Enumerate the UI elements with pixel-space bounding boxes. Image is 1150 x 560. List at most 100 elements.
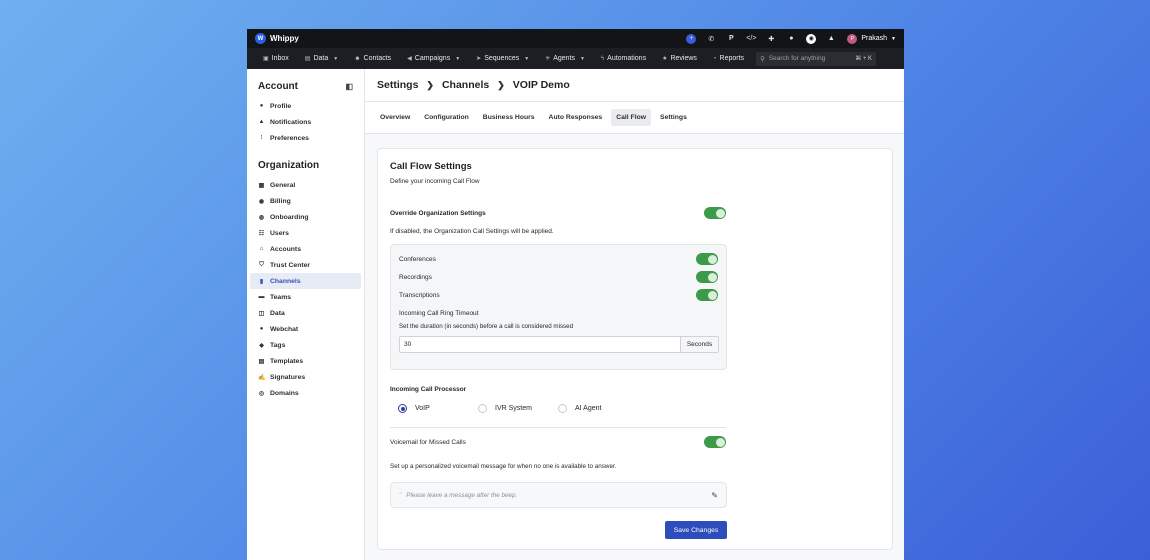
tab-settings[interactable]: Settings (655, 109, 692, 126)
search-input[interactable]: ⚲ Search for anything ⌘ + K (756, 51, 877, 66)
save-changes-button[interactable]: Save Changes (665, 521, 727, 539)
settings-sidebar: Account ◧ ● Profile ▲ Notifications ⫶ Prefe… (247, 69, 365, 560)
transcriptions-toggle[interactable] (696, 289, 718, 301)
sidebar-item-notifications[interactable]: ▲ Notifications (250, 114, 361, 130)
voicemail-toggle[interactable] (704, 436, 726, 448)
sidebar-item-billing[interactable]: ◉ Billing (250, 193, 361, 209)
p-icon[interactable]: P (721, 32, 741, 46)
tab-configuration[interactable]: Configuration (419, 109, 474, 126)
nav-agents[interactable]: ✳ Agents ▼ (537, 48, 593, 69)
help-circle-icon[interactable]: ● (781, 32, 801, 46)
grid-icon: ▦ (258, 182, 265, 189)
nav-reports[interactable]: ◔ Reports (705, 48, 752, 69)
plus-icon[interactable]: + (681, 32, 701, 46)
ring-timeout-desc-row: Set the duration (in seconds) before a c… (399, 323, 718, 330)
sidebar-item-accounts[interactable]: ⌂ Accounts (250, 241, 361, 257)
nav-reviews[interactable]: ★ Reviews (654, 48, 705, 69)
voicemail-description: Set up a personalized voicemail message … (390, 463, 617, 470)
breadcrumb-channels[interactable]: Channels (442, 79, 489, 91)
override-label: Override Organization Settings (390, 209, 486, 217)
nav-contacts[interactable]: ☻ Contacts (346, 48, 399, 69)
tab-auto-responses[interactable]: Auto Responses (544, 109, 608, 126)
processor-title: Incoming Call Processor (390, 386, 467, 393)
tab-business-hours[interactable]: Business Hours (478, 109, 540, 126)
radio-voip[interactable]: VoIP (398, 404, 478, 413)
recordings-toggle[interactable] (696, 271, 718, 283)
voicemail-message: Please leave a message after the beep. (406, 491, 518, 499)
sidebar-item-general[interactable]: ▦ General (250, 177, 361, 193)
tab-call-flow[interactable]: Call Flow (611, 109, 652, 126)
card-title: Call Flow Settings (390, 161, 472, 172)
nav-campaigns[interactable]: ◀ Campaigns ▼ (399, 48, 468, 69)
app-window: W Whippy + ✆ P </> ✚ ● ◉ ▲ P Prakash ▼ ▣… (247, 29, 904, 560)
nav-automations[interactable]: ϟ Automations (593, 48, 654, 69)
chevron-down-icon: ▼ (891, 35, 896, 42)
globe-icon: ◎ (258, 390, 265, 397)
override-toggle[interactable] (704, 207, 726, 219)
bell-icon: ▲ (258, 119, 265, 125)
nav-inbox[interactable]: ▣ Inbox (255, 48, 297, 69)
sidebar-item-templates[interactable]: ▤ Templates (250, 353, 361, 369)
sidebar-item-teams[interactable]: ▬ Teams (250, 289, 361, 305)
data-icon: ▤ (304, 56, 311, 62)
breadcrumb: Settings ❯ Channels ❯ VOIP Demo (365, 69, 904, 102)
sidebar-item-signatures[interactable]: ✍ Signatures (250, 369, 361, 385)
phone-icon[interactable]: ✆ (701, 32, 721, 46)
sequences-icon: ➤ (476, 56, 482, 62)
sidebar-item-tags[interactable]: ◆ Tags (250, 337, 361, 353)
app-logo[interactable]: W Whippy (255, 33, 299, 44)
ring-timeout-description: Set the duration (in seconds) before a c… (399, 323, 574, 330)
sidebar-item-trust-center[interactable]: ⛉ Trust Center (250, 257, 361, 273)
bolt-icon: ϟ (600, 55, 605, 62)
voicemail-desc-row: Set up a personalized voicemail message … (390, 463, 880, 470)
feature-row: Recordings (399, 271, 718, 283)
sidebar-item-preferences[interactable]: ⫶ Preferences (250, 130, 361, 146)
radio-ai-agent[interactable]: AI Agent (558, 404, 638, 413)
tab-overview[interactable]: Overview (375, 109, 415, 126)
sidebar-item-profile[interactable]: ● Profile (250, 98, 361, 114)
chevron-down-icon: ▼ (333, 55, 339, 62)
templates-icon: ▤ (258, 358, 265, 365)
search-placeholder: Search for anything (768, 55, 826, 62)
account-header: Account ◧ (250, 81, 361, 92)
code-icon[interactable]: </> (741, 32, 761, 46)
status-icon[interactable]: ◉ (801, 32, 821, 46)
sidebar-item-data[interactable]: ◫ Data (250, 305, 361, 321)
ring-timeout-title-row: Incoming Call Ring Timeout (399, 310, 718, 317)
transcriptions-label: Transcriptions (399, 291, 440, 299)
main-nav: ▣ Inbox ▤ Data ▼ ☻ Contacts ◀ Campaigns ▼ ➤ Seq… (247, 48, 904, 69)
puzzle-icon[interactable]: ✚ (761, 32, 781, 46)
voicemail-message-box[interactable]: " Please leave a message after the beep.… (390, 482, 727, 508)
user-menu[interactable]: P Prakash ▼ (847, 33, 896, 44)
sidebar-item-onboarding[interactable]: ◍ Onboarding (250, 209, 361, 225)
breadcrumb-settings[interactable]: Settings (377, 79, 418, 91)
bell-icon[interactable]: ▲ (821, 32, 841, 46)
sidebar-collapse-icon[interactable]: ◧ (345, 82, 353, 91)
channels-icon: ▮ (259, 278, 264, 285)
pencil-icon[interactable]: ✎ (711, 491, 718, 500)
sidebar-item-webchat[interactable]: ● Webchat (250, 321, 361, 337)
avatar: P (847, 33, 858, 44)
ring-timeout-input[interactable]: 30 (399, 336, 681, 353)
conferences-toggle[interactable] (696, 253, 718, 265)
feature-row: Conferences (399, 253, 718, 265)
nav-sequences[interactable]: ➤ Sequences ▼ (468, 48, 537, 69)
recordings-label: Recordings (399, 273, 432, 281)
channel-tabs: Overview Configuration Business Hours Au… (365, 102, 904, 134)
processor-radio-group: VoIP IVR System AI Agent (398, 404, 638, 413)
chevron-down-icon: ▼ (580, 55, 585, 62)
onboarding-icon: ◍ (258, 214, 265, 221)
voicemail-label: Voicemail for Missed Calls (390, 438, 466, 446)
override-row: Override Organization Settings (390, 207, 880, 219)
card-subtitle: Define your incoming Call Flow (390, 178, 480, 185)
sidebar-item-channels[interactable]: ▮ Channels (250, 273, 361, 289)
ring-timeout-unit: Seconds (681, 336, 719, 353)
sidebar-item-users[interactable]: ☷ Users (250, 225, 361, 241)
inbox-icon: ▣ (263, 56, 269, 62)
sidebar-item-domains[interactable]: ◎ Domains (250, 385, 361, 401)
ring-timeout-field: 30 Seconds (399, 336, 719, 353)
radio-ivr-system[interactable]: IVR System (478, 404, 558, 413)
sliders-icon: ⫶ (260, 134, 263, 141)
nav-data[interactable]: ▤ Data ▼ (297, 48, 346, 69)
processor-title-row: Incoming Call Processor (390, 386, 880, 393)
